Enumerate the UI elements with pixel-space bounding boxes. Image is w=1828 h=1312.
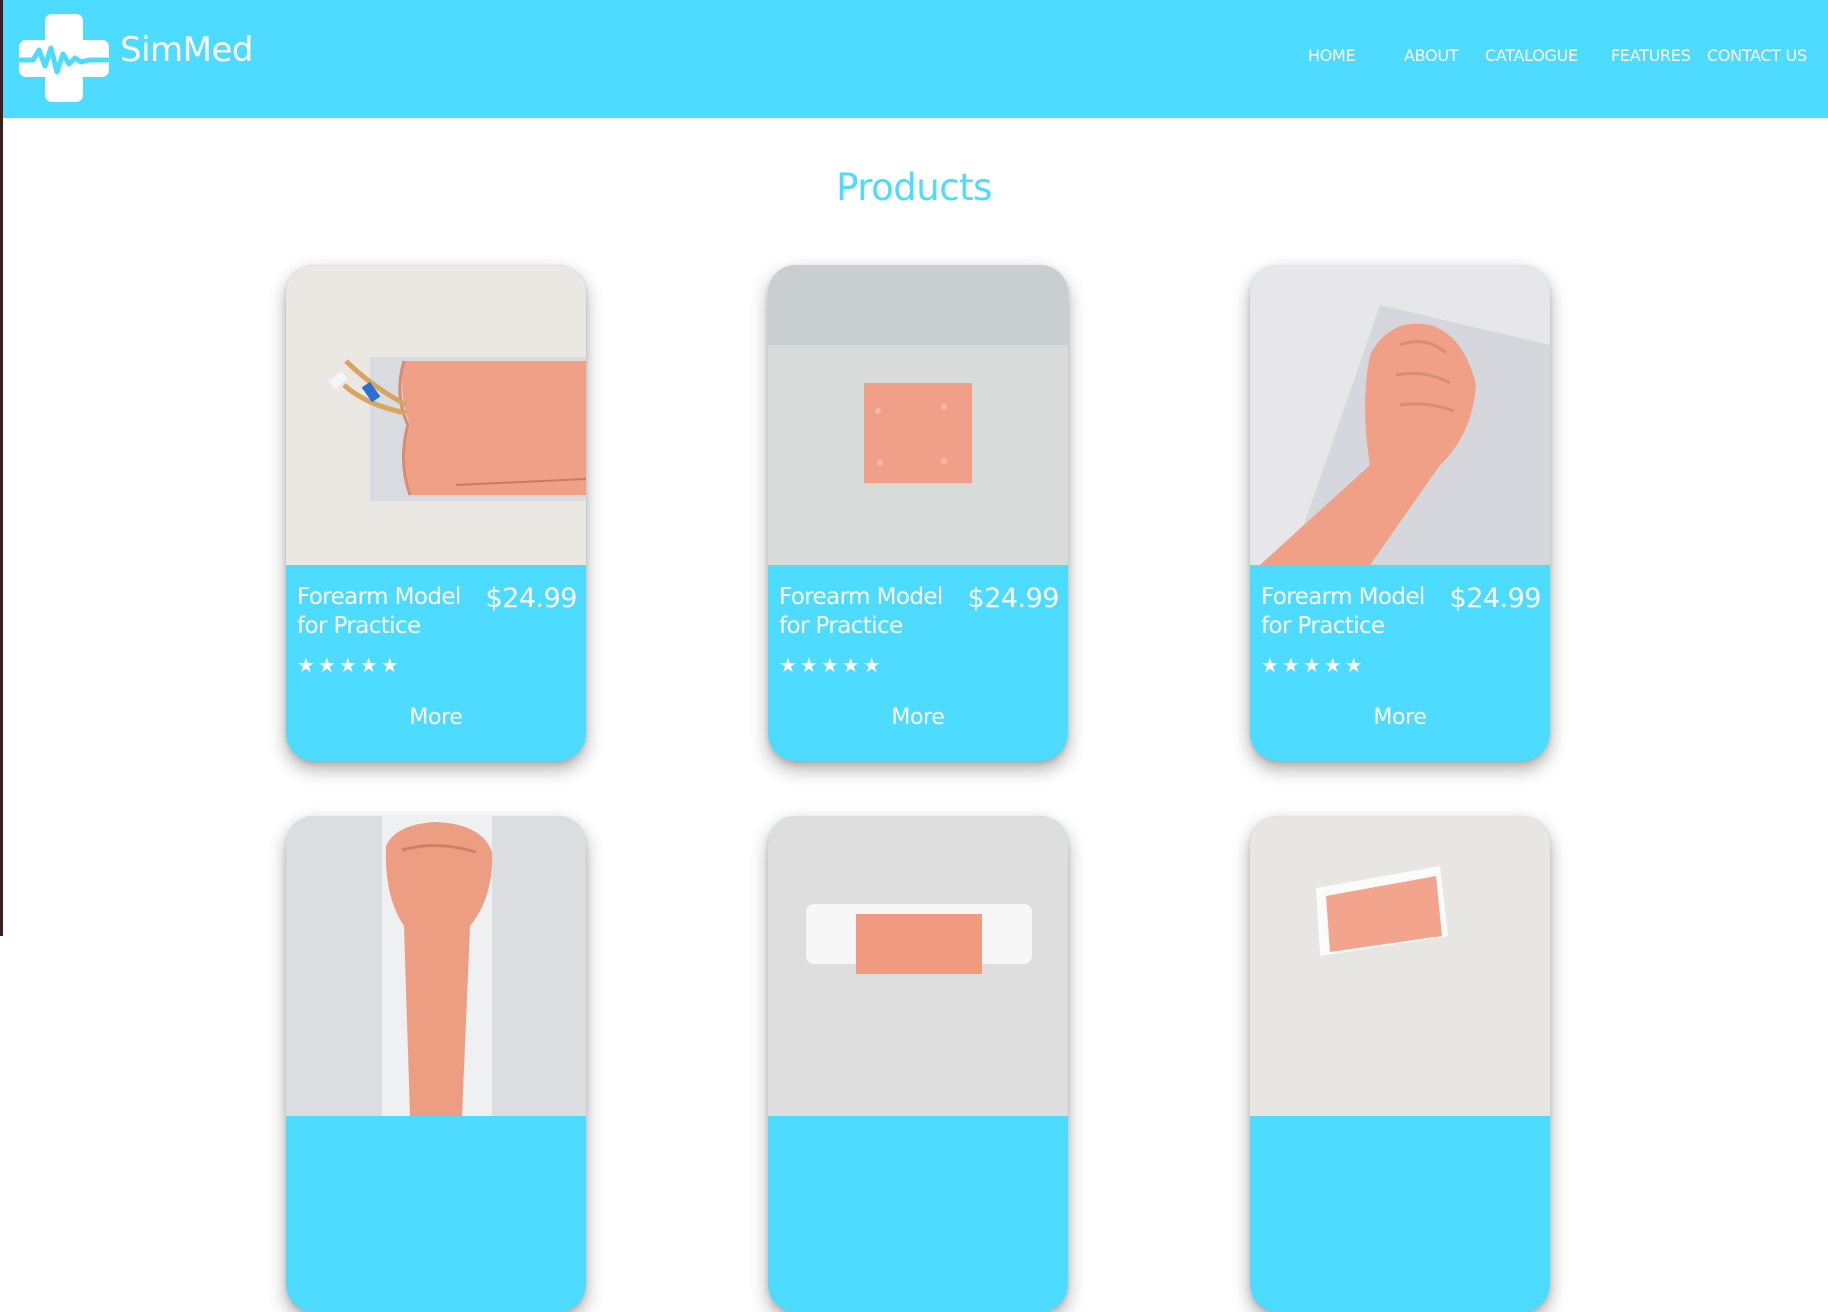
product-name: Forearm Model for Practice [1261,584,1425,639]
brand-name[interactable]: SimMed [120,30,253,70]
simmed-logo-icon[interactable] [19,14,109,102]
product-photo [1250,265,1550,565]
product-price: $24.99 [967,583,1060,614]
product-card[interactable]: Forearm Model for Practice $24.99 ★★★★★ … [768,265,1068,761]
product-card[interactable]: Forearm Model for Practice $24.99 ★★★★★ … [286,265,586,761]
nav-contact-us[interactable]: CONTACT US [1707,46,1807,65]
product-photo [286,265,586,565]
product-price: $24.99 [1449,583,1542,614]
product-name: Forearm Model for Practice [297,584,461,639]
rating-stars-icon: ★★★★★ [297,653,402,677]
nav-features[interactable]: FEATURES [1611,46,1691,65]
product-photo [286,816,586,1116]
more-button[interactable]: More [768,705,1068,730]
product-photo [768,816,1068,1116]
rating-stars-icon: ★★★★★ [779,653,884,677]
nav-about[interactable]: ABOUT [1404,46,1459,65]
product-card[interactable] [286,816,586,1312]
product-card[interactable] [1250,816,1550,1312]
site-header: SimMed HOME ABOUT CATALOGUE FEATURES CON… [3,0,1828,118]
more-button[interactable]: More [286,705,586,730]
product-photo [1250,816,1550,1116]
product-photo [768,265,1068,565]
more-button[interactable]: More [1250,705,1550,730]
rating-stars-icon: ★★★★★ [1261,653,1366,677]
nav-home[interactable]: HOME [1308,46,1356,65]
product-card[interactable] [768,816,1068,1312]
product-price: $24.99 [485,583,578,614]
section-title: Products [836,166,992,209]
product-name: Forearm Model for Practice [779,584,943,639]
nav-catalogue[interactable]: CATALOGUE [1485,46,1578,65]
window-edge [0,0,3,936]
product-card[interactable]: Forearm Model for Practice $24.99 ★★★★★ … [1250,265,1550,761]
